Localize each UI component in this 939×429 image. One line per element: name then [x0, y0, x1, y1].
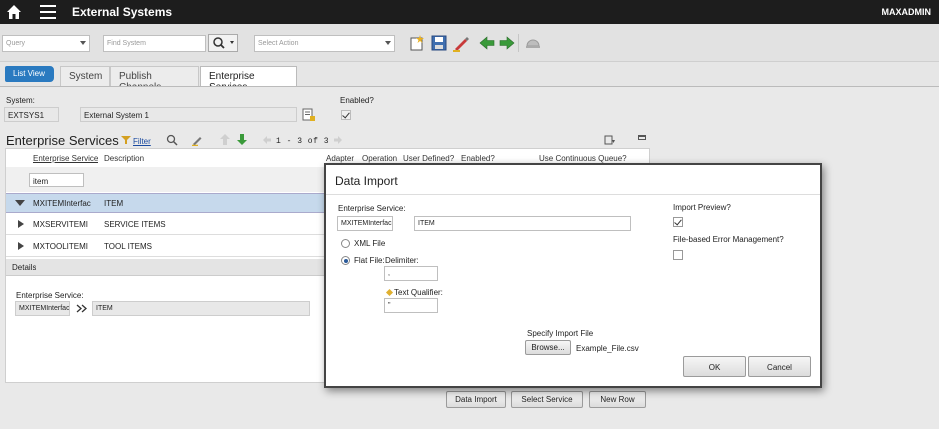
query-select[interactable]: Query: [2, 35, 90, 52]
delimiter-label: Delimiter:: [385, 256, 419, 265]
ok-button[interactable]: OK: [683, 356, 746, 377]
tools-icon[interactable]: [524, 34, 542, 52]
expand-row-icon[interactable]: [18, 242, 24, 250]
new-row-button[interactable]: New Row: [589, 391, 646, 408]
row-description: SERVICE ITEMS: [104, 220, 166, 229]
tab-system[interactable]: System: [60, 66, 110, 86]
browse-button[interactable]: Browse...: [525, 340, 571, 355]
select-action-dropdown[interactable]: Select Action: [254, 35, 395, 52]
find-system-input[interactable]: Find System: [103, 35, 206, 52]
search-icon[interactable]: [208, 34, 238, 52]
row-service: MXITEMInterfac: [33, 199, 91, 208]
enabled-label: Enabled?: [340, 96, 374, 105]
flat-file-label: Flat File:: [354, 256, 385, 265]
column-header[interactable]: Enabled?: [461, 154, 495, 163]
pagination-text: 1 - 3 of 3: [276, 137, 330, 146]
tab-publish-channels[interactable]: Publish Channels: [110, 66, 199, 93]
cancel-button[interactable]: Cancel: [748, 356, 811, 377]
dialog-title: Data Import: [326, 165, 820, 195]
previous-page-icon[interactable]: [262, 135, 272, 145]
section-title: Enterprise Services: [6, 133, 119, 148]
filter-link[interactable]: Filter: [133, 137, 151, 146]
data-import-button[interactable]: Data Import: [446, 391, 506, 408]
text-qualifier-label: Text Qualifier:: [394, 288, 443, 297]
home-icon[interactable]: [6, 4, 22, 20]
xml-file-label: XML File: [354, 239, 386, 248]
dialog-service-field[interactable]: MXITEMInterfac: [337, 216, 393, 231]
enabled-checkbox: [341, 110, 351, 120]
dialog-service-description[interactable]: ITEM: [414, 216, 631, 231]
column-header[interactable]: Adapter: [326, 154, 354, 163]
required-icon: [385, 288, 394, 297]
clear-filter-icon[interactable]: [192, 134, 204, 146]
top-bar: External Systems MAXADMIN: [0, 0, 939, 24]
next-page-icon[interactable]: [333, 135, 343, 145]
app-title: External Systems: [72, 5, 173, 19]
file-error-checkbox[interactable]: [673, 250, 683, 260]
row-service: MXSERVITEMIr: [33, 220, 88, 229]
system-field[interactable]: EXTSYS1: [4, 107, 59, 122]
download-icon[interactable]: [604, 134, 616, 146]
column-header[interactable]: User Defined?: [403, 154, 454, 163]
new-record-icon[interactable]: [408, 34, 426, 52]
menu-icon[interactable]: [40, 5, 56, 19]
user-name[interactable]: MAXADMIN: [882, 7, 932, 17]
import-preview-label: Import Preview?: [673, 203, 731, 212]
specify-file-label: Specify Import File: [527, 329, 594, 338]
detail-service-field[interactable]: MXITEMInterfac: [15, 301, 70, 316]
details-label: Details: [12, 263, 37, 272]
list-view-button[interactable]: List View: [5, 66, 54, 82]
file-error-label: File-based Error Management?: [673, 235, 784, 244]
expand-row-icon[interactable]: [18, 220, 24, 228]
file-name: Example_File.csv: [576, 344, 639, 353]
tab-enterprise-services[interactable]: Enterprise Services: [200, 66, 297, 93]
detail-service-label: Enterprise Service:: [16, 291, 84, 300]
arrow-up-icon[interactable]: [219, 133, 231, 146]
collapse-row-icon[interactable]: [15, 200, 25, 206]
filter-icon[interactable]: [121, 136, 131, 144]
filter-service-input[interactable]: item: [29, 173, 84, 187]
xml-file-radio[interactable]: [341, 239, 350, 248]
column-header[interactable]: Enterprise Service: [33, 154, 98, 163]
detail-description-field[interactable]: ITEM: [92, 301, 310, 316]
detail-menu-icon[interactable]: [76, 304, 88, 313]
flat-file-radio[interactable]: [341, 256, 350, 265]
row-description: ITEM: [104, 199, 124, 208]
delimiter-input[interactable]: ,: [384, 266, 438, 281]
row-description: TOOL ITEMS: [104, 242, 153, 251]
select-service-button[interactable]: Select Service: [511, 391, 583, 408]
arrow-down-icon[interactable]: [236, 133, 248, 146]
toolbar: Query Find System Select Action: [0, 24, 939, 62]
column-header[interactable]: Use Continuous Queue?: [539, 154, 627, 163]
clear-changes-icon[interactable]: [452, 34, 470, 52]
minimize-icon[interactable]: [638, 135, 646, 140]
system-label: System:: [6, 96, 35, 105]
system-description-field[interactable]: External System 1: [80, 107, 297, 122]
text-qualifier-input[interactable]: ": [384, 298, 438, 313]
toolbar-divider: [518, 34, 519, 52]
row-service: MXTOOLITEMIr: [33, 242, 88, 251]
dialog-service-label: Enterprise Service:: [338, 204, 406, 213]
next-record-icon[interactable]: [498, 34, 516, 52]
find-icon[interactable]: [166, 134, 178, 146]
column-header[interactable]: Description: [104, 154, 144, 163]
previous-record-icon[interactable]: [478, 34, 496, 52]
column-header[interactable]: Operation: [362, 154, 397, 163]
save-icon[interactable]: [430, 34, 448, 52]
import-preview-checkbox[interactable]: [673, 217, 683, 227]
long-description-icon[interactable]: [302, 108, 316, 122]
data-import-dialog: Data Import Enterprise Service: MXITEMIn…: [324, 163, 822, 388]
